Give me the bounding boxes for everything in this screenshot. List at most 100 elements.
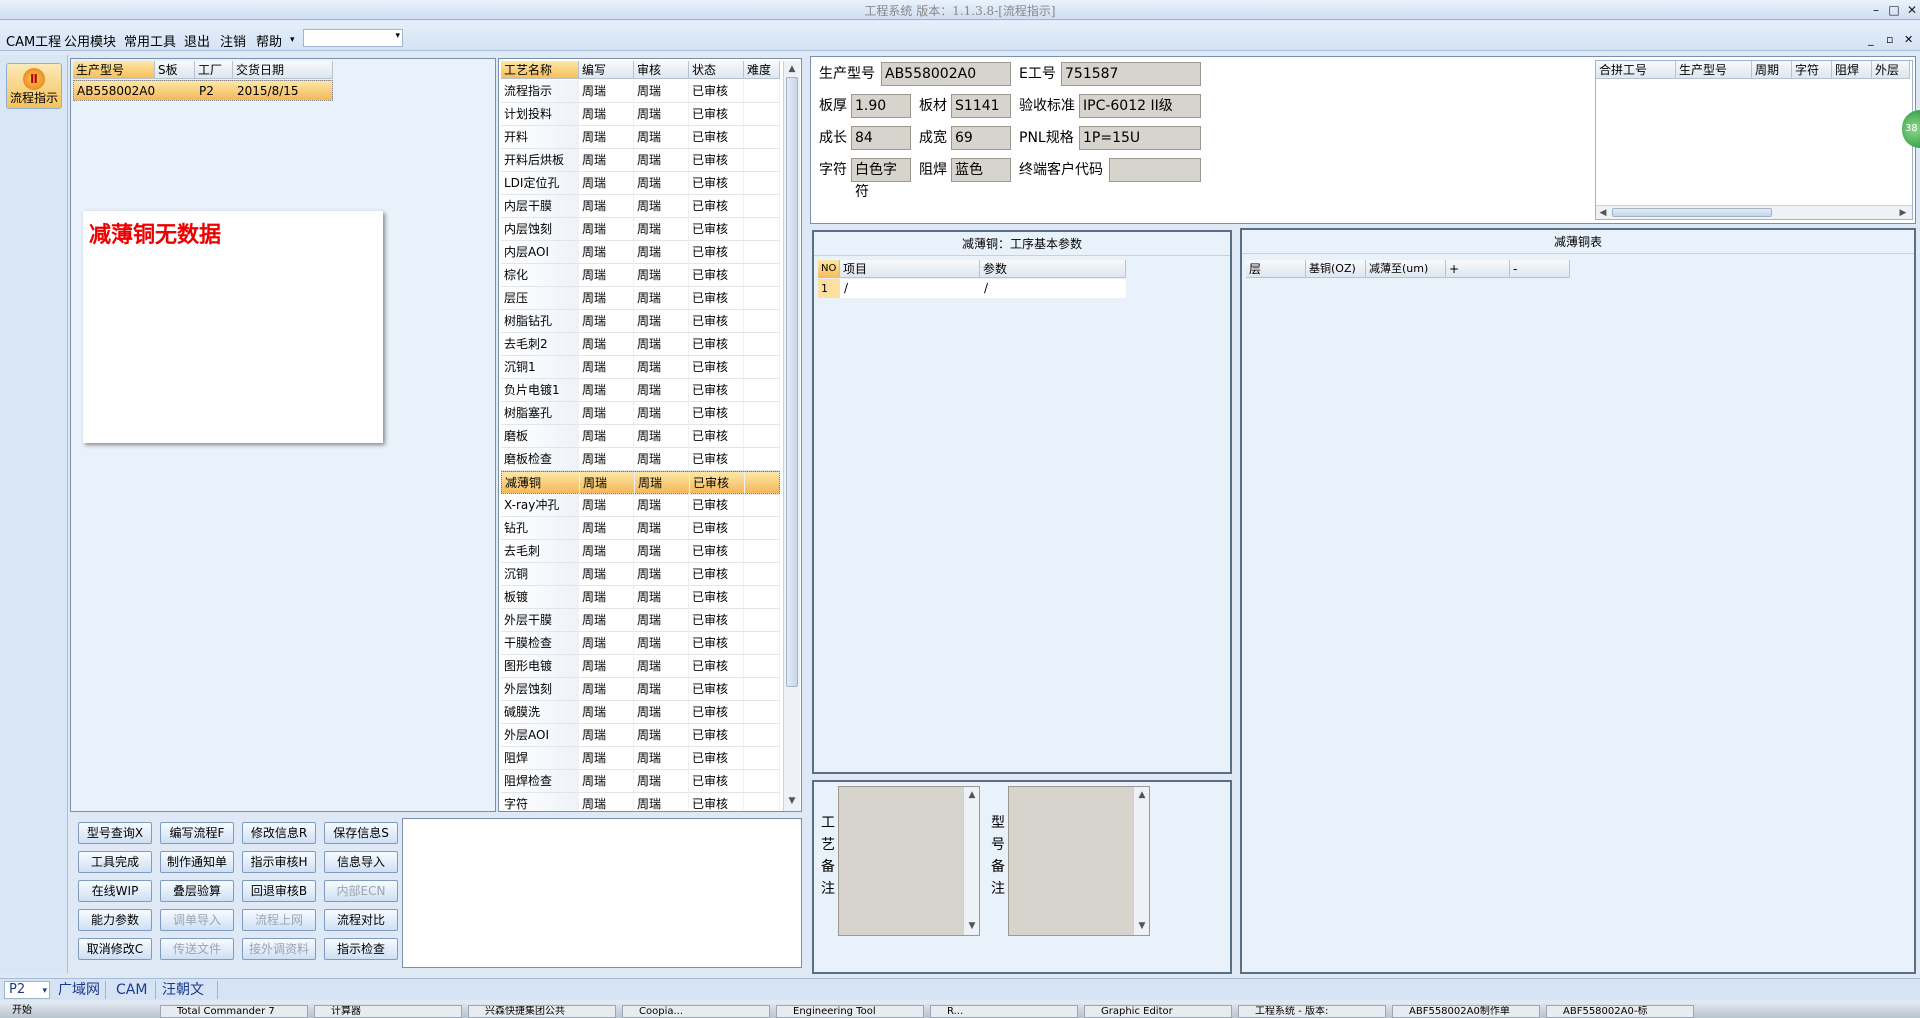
mdi-close-icon[interactable]: ✕ <box>1904 33 1913 46</box>
table-row[interactable]: 内层蚀刻 周瑞 周瑞 已审核 <box>501 218 780 241</box>
process-remark-scrollbar[interactable]: ▲ ▼ <box>963 787 979 935</box>
menu-overflow-icon[interactable]: ▾ <box>290 35 295 45</box>
action-button-14[interactable]: 流程上网 <box>242 909 316 931</box>
copper-header-base[interactable]: 基铜(OZ) <box>1306 260 1366 278</box>
menu-help[interactable]: 帮助 <box>256 31 282 50</box>
menu-tools[interactable]: 常用工具 <box>124 31 176 50</box>
order-header-model[interactable]: 生产型号 <box>73 61 155 79</box>
length-field[interactable]: 84 <box>851 126 911 150</box>
table-row[interactable]: 磨板 周瑞 周瑞 已审核 <box>501 425 780 448</box>
action-button-17[interactable]: 传送文件 <box>160 938 234 960</box>
action-button-8[interactable]: 在线WIP <box>78 880 152 902</box>
message-box[interactable] <box>402 818 802 968</box>
material-field[interactable]: S1141 <box>951 94 1011 118</box>
model-remark-field[interactable]: ▲ ▼ <box>1008 786 1150 936</box>
taskbar-item[interactable]: Graphic Editor <box>1084 1005 1232 1018</box>
close-icon[interactable]: ✕ <box>1904 2 1920 18</box>
order-header-factory[interactable]: 工厂 <box>195 61 233 79</box>
scroll-up-icon[interactable]: ▲ <box>965 788 979 802</box>
mdi-restore-icon[interactable]: ▫ <box>1886 33 1893 46</box>
table-row[interactable]: 1 / / <box>818 279 1126 298</box>
merge-header-mask[interactable]: 阻焊 <box>1832 61 1872 79</box>
taskbar-item[interactable]: 计算器 <box>314 1005 462 1018</box>
table-row[interactable]: 沉铜 周瑞 周瑞 已审核 <box>501 563 780 586</box>
menu-cam-project[interactable]: CAM工程 <box>6 31 61 50</box>
width-field[interactable]: 69 <box>951 126 1011 150</box>
table-row[interactable]: X-ray冲孔 周瑞 周瑞 已审核 <box>501 494 780 517</box>
order-header-date[interactable]: 交货日期 <box>233 61 333 79</box>
taskbar-item[interactable]: ABF558002A0-标 <box>1546 1005 1694 1018</box>
action-button-3[interactable]: 保存信息S <box>324 822 398 844</box>
table-row[interactable]: 外层蚀刻 周瑞 周瑞 已审核 <box>501 678 780 701</box>
model-field[interactable]: AB558002A0 <box>881 62 1011 86</box>
action-button-19[interactable]: 指示检查 <box>324 938 398 960</box>
order-header-s[interactable]: S板 <box>155 61 195 79</box>
table-row[interactable]: AB558002A0 P2 2015/8/15 <box>73 80 333 101</box>
mask-field[interactable]: 蓝色 <box>951 158 1011 182</box>
menu-exit[interactable]: 退出 <box>184 31 210 50</box>
copper-header-plus[interactable]: + <box>1446 260 1510 278</box>
menu-dropdown[interactable]: ▾ <box>303 29 403 47</box>
menu-logout[interactable]: 注销 <box>220 31 246 50</box>
action-button-9[interactable]: 叠层验算 <box>160 880 234 902</box>
action-button-10[interactable]: 回退审核B <box>242 880 316 902</box>
scroll-right-icon[interactable]: ▶ <box>1896 206 1910 220</box>
table-row[interactable]: 钻孔 周瑞 周瑞 已审核 <box>501 517 780 540</box>
process-remark-field[interactable]: ▲ ▼ <box>838 786 980 936</box>
table-row[interactable]: 负片电镀1 周瑞 周瑞 已审核 <box>501 379 780 402</box>
table-row[interactable]: 板镀 周瑞 周瑞 已审核 <box>501 586 780 609</box>
process-header-difficulty[interactable]: 难度 <box>744 61 780 79</box>
customer-code-field[interactable] <box>1109 158 1201 182</box>
process-header-reviewer[interactable]: 审核 <box>634 61 689 79</box>
action-button-12[interactable]: 能力参数 <box>78 909 152 931</box>
table-row[interactable]: 计划投料 周瑞 周瑞 已审核 <box>501 103 780 126</box>
table-row[interactable]: 沉铜1 周瑞 周瑞 已审核 <box>501 356 780 379</box>
taskbar-item[interactable]: Total Commander 7 <box>160 1005 308 1018</box>
action-button-4[interactable]: 工具完成 <box>78 851 152 873</box>
thickness-field[interactable]: 1.90 <box>851 94 911 118</box>
scroll-up-icon[interactable]: ▲ <box>785 62 799 76</box>
scroll-down-icon[interactable]: ▼ <box>1135 919 1149 933</box>
mdi-minimize-icon[interactable]: _ <box>1868 33 1874 46</box>
table-row[interactable]: 树脂塞孔 周瑞 周瑞 已审核 <box>501 402 780 425</box>
taskbar-item[interactable]: Coopia... <box>622 1005 770 1018</box>
action-button-13[interactable]: 调单导入 <box>160 909 234 931</box>
table-row[interactable]: 图形电镀 周瑞 周瑞 已审核 <box>501 655 780 678</box>
action-button-2[interactable]: 修改信息R <box>242 822 316 844</box>
process-header-name[interactable]: 工艺名称 <box>501 61 579 79</box>
merge-header-outer[interactable]: 外层 <box>1872 61 1910 79</box>
table-row[interactable]: 树脂钻孔 周瑞 周瑞 已审核 <box>501 310 780 333</box>
minimize-icon[interactable]: – <box>1868 2 1884 18</box>
table-row[interactable]: 磨板检查 周瑞 周瑞 已审核 <box>501 448 780 471</box>
e-no-field[interactable]: 751587 <box>1061 62 1201 86</box>
table-row[interactable]: 字符 周瑞 周瑞 已审核 <box>501 793 780 810</box>
table-row[interactable]: 流程指示 周瑞 周瑞 已审核 <box>501 80 780 103</box>
table-row[interactable]: LDI定位孔 周瑞 周瑞 已审核 <box>501 172 780 195</box>
merge-hscroll[interactable]: ◀ ▶ <box>1596 205 1912 219</box>
process-header-status[interactable]: 状态 <box>689 61 744 79</box>
hscroll-thumb[interactable] <box>1612 208 1772 217</box>
scroll-down-icon[interactable]: ▼ <box>965 919 979 933</box>
process-header-writer[interactable]: 编写 <box>579 61 634 79</box>
table-row[interactable]: 开料后烘板 周瑞 周瑞 已审核 <box>501 149 780 172</box>
action-button-5[interactable]: 制作通知单 <box>160 851 234 873</box>
taskbar-item[interactable]: R... <box>930 1005 1078 1018</box>
model-remark-scrollbar[interactable]: ▲ ▼ <box>1133 787 1149 935</box>
action-button-15[interactable]: 流程对比 <box>324 909 398 931</box>
start-button[interactable]: 开始 <box>0 1004 50 1018</box>
scroll-left-icon[interactable]: ◀ <box>1596 206 1610 220</box>
maximize-icon[interactable]: □ <box>1886 2 1902 18</box>
table-row[interactable]: 碱膜洗 周瑞 周瑞 已审核 <box>501 701 780 724</box>
params-header-item[interactable]: 项目 <box>840 260 980 278</box>
table-row[interactable]: 外层干膜 周瑞 周瑞 已审核 <box>501 609 780 632</box>
table-row[interactable]: 层压 周瑞 周瑞 已审核 <box>501 287 780 310</box>
taskbar-item[interactable]: ABF558002A0制作单 <box>1392 1005 1540 1018</box>
scroll-up-icon[interactable]: ▲ <box>1135 788 1149 802</box>
pnl-field[interactable]: 1P=15U <box>1079 126 1201 150</box>
taskbar-item[interactable]: Engineering Tool <box>776 1005 924 1018</box>
standard-field[interactable]: IPC-6012 II级 <box>1079 94 1201 118</box>
params-header-param[interactable]: 参数 <box>980 260 1126 278</box>
character-field[interactable]: 白色字符 <box>851 158 911 200</box>
merge-header-character[interactable]: 字符 <box>1792 61 1832 79</box>
params-header-no[interactable]: NO <box>818 260 840 278</box>
